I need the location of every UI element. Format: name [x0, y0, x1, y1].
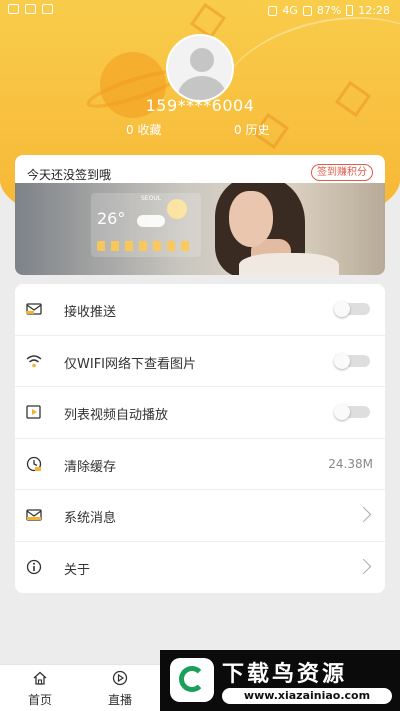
favorites-count[interactable]: 0 收藏 — [126, 121, 161, 138]
settings-row-about[interactable]: 关于 — [15, 542, 385, 594]
settings-row-wifi[interactable]: 仅WIFI网络下查看图片 — [15, 336, 385, 387]
cloud-icon — [137, 215, 165, 227]
tab-live[interactable]: 直播 — [80, 665, 160, 711]
alarm-icon — [268, 5, 278, 16]
settings-label: 清除缓存 — [64, 459, 117, 475]
checkin-title: 今天还没签到哦 — [27, 168, 112, 182]
info-icon — [26, 559, 42, 574]
tab-home[interactable]: 首页 — [0, 665, 80, 711]
banner-person-shirt — [239, 253, 339, 275]
watermark-url: www.xiazainiao.com — [222, 688, 392, 704]
settings-row-messages[interactable]: 系统消息 — [15, 490, 385, 542]
settings-label: 接收推送 — [64, 305, 117, 320]
watermark-title: 下载鸟资源 — [222, 662, 348, 687]
mail-icon — [26, 509, 42, 521]
checkin-card: 今天还没签到哦 签到赚积分 SEOUL 26° — [15, 155, 385, 275]
checkin-button[interactable]: 签到赚积分 — [311, 164, 373, 181]
watermark-logo — [170, 658, 214, 702]
settings-row-autoplay[interactable]: 列表视频自动播放 — [15, 387, 385, 439]
avatar-head — [190, 48, 214, 72]
checkbox-icon — [42, 4, 53, 14]
autoplay-toggle[interactable] — [334, 404, 370, 420]
sun-icon — [167, 199, 187, 219]
history-count[interactable]: 0 历史 — [234, 121, 269, 138]
settings-list: 接收推送 仅WIFI网络下查看图片 列表视频自动播放 清除缓存 24.38M 系… — [15, 284, 385, 593]
push-toggle[interactable] — [334, 301, 370, 317]
battery-level: 87% — [316, 4, 342, 17]
settings-label: 仅WIFI网络下查看图片 — [64, 356, 196, 372]
envelope-icon — [26, 303, 42, 315]
settings-row-cache[interactable]: 清除缓存 24.38M — [15, 439, 385, 490]
chevron-right-icon — [355, 558, 372, 574]
image-icon — [8, 4, 19, 14]
tab-label: 直播 — [107, 693, 132, 707]
battery-icon — [346, 5, 354, 16]
settings-label: 关于 — [64, 562, 91, 578]
settings-row-push[interactable]: 接收推送 — [15, 284, 385, 336]
forecast-strip — [97, 241, 193, 251]
tab-label: 首页 — [27, 693, 52, 707]
settings-label: 列表视频自动播放 — [64, 408, 169, 423]
weather-temp: 26° — [97, 209, 126, 228]
video-icon — [26, 405, 41, 419]
image-icon — [25, 4, 36, 14]
watermark-banner: 下载鸟资源 www.xiazainiao.com — [160, 650, 400, 711]
weather-city: SEOUL — [141, 195, 162, 202]
banner-person-face — [229, 191, 273, 247]
wifi-images-toggle[interactable] — [334, 352, 370, 369]
play-circle-icon — [112, 670, 128, 686]
status-bar: 4G 87% 12:28 — [0, 0, 400, 22]
wifi-icon — [26, 354, 42, 367]
avatar[interactable] — [166, 34, 234, 102]
network-label: 4G — [282, 4, 298, 17]
chevron-right-icon — [355, 506, 372, 523]
promo-banner[interactable]: SEOUL 26° — [15, 183, 385, 275]
clock-icon — [26, 456, 42, 471]
phone-number: 159****6004 — [145, 96, 255, 115]
settings-label: 系统消息 — [64, 511, 117, 526]
signal-icon — [302, 5, 312, 16]
cache-size: 24.38M — [328, 456, 373, 471]
clock-time: 12:28 — [358, 4, 390, 17]
home-icon — [33, 671, 47, 685]
